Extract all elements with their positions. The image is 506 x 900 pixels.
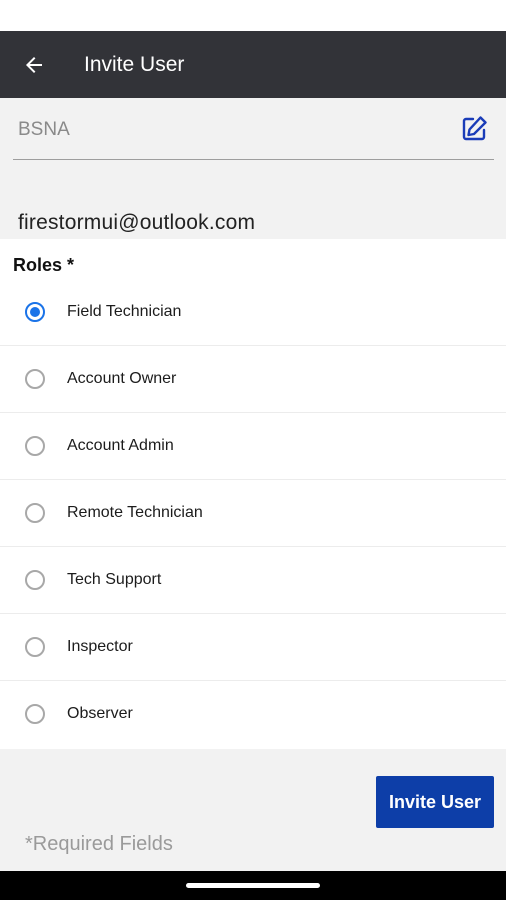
role-option-account-owner[interactable]: Account Owner: [0, 346, 506, 413]
page-title: Invite User: [84, 52, 185, 76]
roles-label: Roles *: [13, 255, 75, 275]
form-footer: Invite User *Required Fields: [0, 749, 506, 871]
role-option-account-admin[interactable]: Account Admin: [0, 413, 506, 480]
required-fields-note: *Required Fields: [25, 833, 173, 855]
invite-user-button[interactable]: Invite User: [376, 776, 494, 828]
back-button[interactable]: [16, 47, 52, 83]
role-label: Account Admin: [67, 437, 174, 454]
email-value: firestormui@outlook.com: [18, 211, 256, 234]
organization-field: BSNA: [13, 98, 494, 160]
invite-form: BSNA firestormui@outlook.com: [0, 98, 506, 239]
system-navigation-bar: [0, 871, 506, 900]
organization-value: BSNA: [18, 119, 70, 140]
radio-unchecked-icon[interactable]: [25, 704, 45, 724]
roles-radio-group: Field Technician Account Owner Account A…: [0, 279, 506, 747]
radio-checked-icon[interactable]: [25, 302, 45, 322]
role-label: Field Technician: [67, 303, 182, 320]
role-option-observer[interactable]: Observer: [0, 681, 506, 747]
role-label: Account Owner: [67, 370, 177, 387]
home-indicator[interactable]: [186, 883, 320, 888]
app-bar: Invite User: [0, 31, 506, 98]
arrow-left-icon: [26, 56, 42, 73]
radio-unchecked-icon[interactable]: [25, 369, 45, 389]
radio-unchecked-icon[interactable]: [25, 570, 45, 590]
role-option-remote-technician[interactable]: Remote Technician: [0, 480, 506, 547]
status-bar: [0, 0, 506, 31]
radio-unchecked-icon[interactable]: [25, 637, 45, 657]
role-label: Inspector: [67, 638, 133, 655]
radio-unchecked-icon[interactable]: [25, 436, 45, 456]
role-option-field-technician[interactable]: Field Technician: [0, 279, 506, 346]
edit-organization-button[interactable]: [458, 113, 490, 145]
role-option-tech-support[interactable]: Tech Support: [0, 547, 506, 614]
radio-unchecked-icon[interactable]: [25, 503, 45, 523]
role-label: Tech Support: [67, 571, 162, 588]
role-option-inspector[interactable]: Inspector: [0, 614, 506, 681]
role-label: Remote Technician: [67, 504, 203, 521]
role-label: Observer: [67, 705, 133, 722]
edit-icon: [462, 116, 487, 141]
